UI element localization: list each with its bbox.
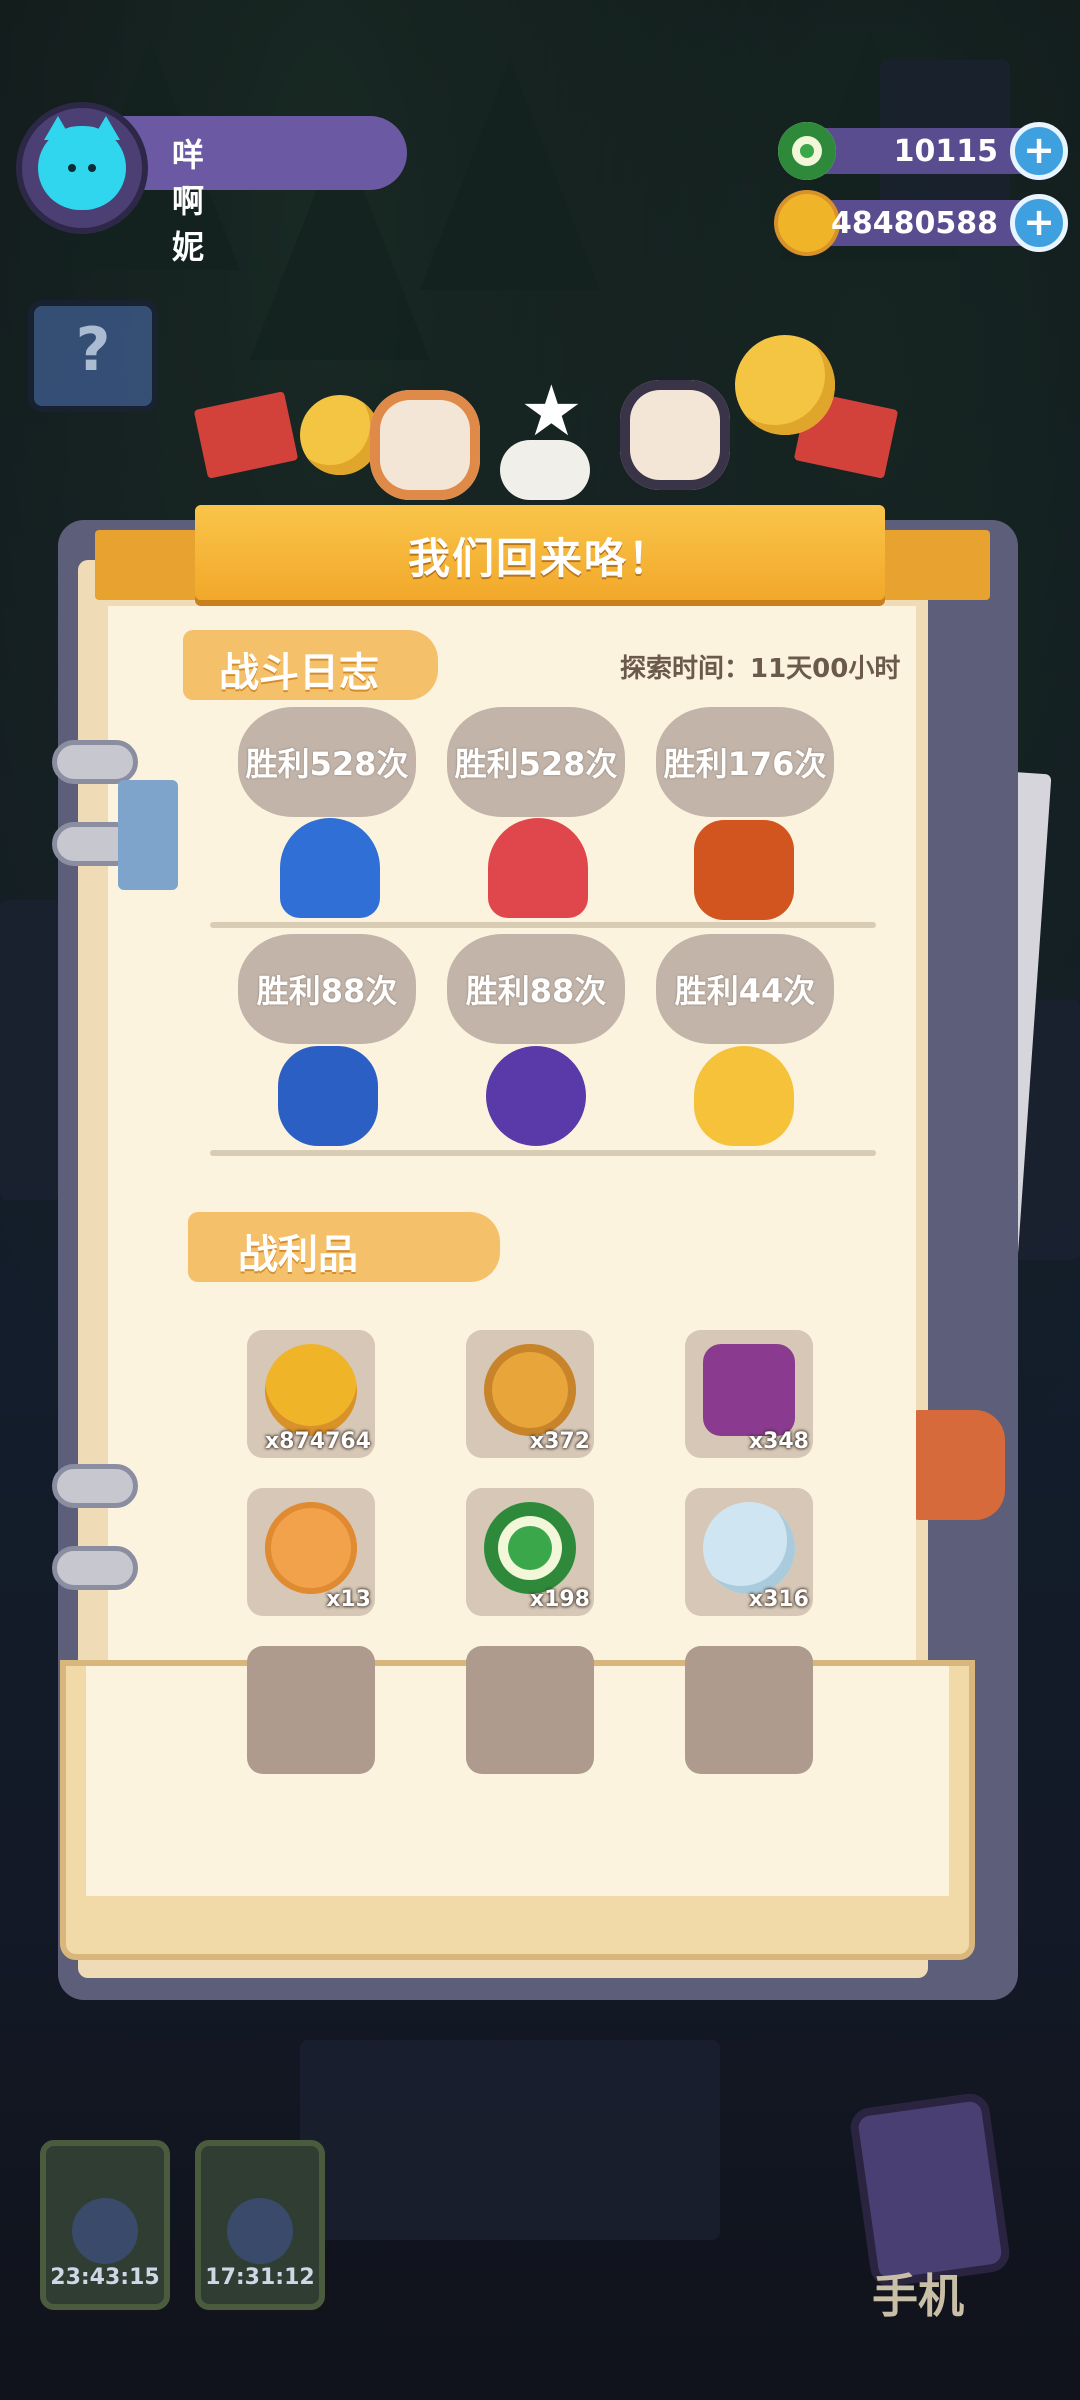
battle-result-text: 胜利88次: [465, 972, 607, 1010]
loot-slot[interactable]: x372: [466, 1330, 594, 1458]
battle-log-title: 战斗日志: [219, 650, 379, 696]
cat-avatar-icon: [38, 116, 126, 210]
battle-result-bubble: 胜利44次: [656, 934, 834, 1044]
mooncake-icon: [265, 1502, 357, 1594]
gold-planet-coin-icon: [265, 1344, 357, 1436]
binder-ring: [52, 1464, 138, 1508]
explore-time: 探索时间：11天00小时: [620, 654, 901, 684]
timer-text: 17:31:12: [205, 2265, 315, 2290]
binder-ring: [52, 1546, 138, 1590]
battle-result-bubble: 胜利88次: [447, 934, 625, 1044]
empty-loot-slot: [466, 1646, 594, 1774]
loot-title: 战利品: [238, 1232, 358, 1278]
battle-result-text: 胜利528次: [245, 745, 409, 783]
purple-charm-bag-icon: [703, 1344, 795, 1436]
title-ribbon: 我们回来咯！: [195, 505, 885, 600]
notebook-side-tab: [905, 1410, 1005, 1520]
green-donut-coin-icon: [778, 122, 836, 180]
gold-planet-coin-icon: [778, 194, 836, 252]
loot-slot[interactable]: x874764: [247, 1330, 375, 1458]
yellow-bat-spirit-icon: [694, 1046, 794, 1146]
empty-loot-slot: [685, 1646, 813, 1774]
add-gold-button[interactable]: +: [1010, 194, 1068, 252]
battle-result-bubble: 胜利528次: [238, 707, 416, 817]
loot-slot[interactable]: x198: [466, 1488, 594, 1616]
red-mushroom-monster-icon: [488, 818, 588, 918]
timer-card[interactable]: 23:43:15: [40, 2140, 170, 2310]
loot-slot[interactable]: x316: [685, 1488, 813, 1616]
blue-mushroom-monster-icon: [280, 818, 380, 918]
ribbon-tail: [880, 530, 990, 600]
player-name: 咩啊妮: [172, 136, 205, 266]
orange-fire-beast-icon: [694, 820, 794, 920]
battle-result-text: 胜利176次: [663, 745, 827, 783]
loot-slot[interactable]: x13: [247, 1488, 375, 1616]
battle-result-text: 胜利528次: [454, 745, 618, 783]
loot-count: x874764: [264, 1429, 371, 1454]
bronze-cat-coin-icon: [484, 1344, 576, 1436]
loot-count: x13: [326, 1587, 371, 1612]
trumpet-icon: [735, 335, 835, 435]
clock-icon: [227, 2198, 293, 2264]
shelf-line: [210, 922, 876, 928]
ribbon-tail: [95, 530, 205, 600]
purple-ghost-cat-icon: [486, 1046, 586, 1146]
loot-slot[interactable]: x348: [685, 1330, 813, 1458]
trumpet-icon: [300, 395, 380, 475]
blue-horned-beast-icon: [278, 1046, 378, 1146]
loot-count: x198: [529, 1587, 590, 1612]
phone-label[interactable]: 手机: [872, 2260, 964, 2326]
binder-clip: [118, 780, 178, 890]
binder-ring: [52, 740, 138, 784]
dialog-title: 我们回来咯！: [407, 534, 672, 583]
help-question-button[interactable]: ?: [28, 300, 158, 412]
loot-header: 战利品: [188, 1212, 500, 1282]
currency-donut: 10115 +: [768, 122, 1068, 180]
loot-count: x372: [529, 1429, 590, 1454]
battle-result-bubble: 胜利88次: [238, 934, 416, 1044]
donut-currency-value: 10115: [893, 134, 998, 169]
clock-icon: [72, 2198, 138, 2264]
crystal-bubble-icon: [703, 1502, 795, 1594]
timer-text: 23:43:15: [50, 2265, 160, 2290]
dark-cat-mascot-icon: [620, 380, 730, 490]
battle-log-header: 战斗日志: [183, 630, 438, 700]
shelf-line: [210, 1150, 876, 1156]
orange-cat-mascot-icon: [370, 390, 480, 500]
add-donut-button[interactable]: +: [1010, 122, 1068, 180]
battle-result-text: 胜利44次: [674, 972, 816, 1010]
battle-result-bubble: 胜利528次: [447, 707, 625, 817]
empty-loot-slot: [247, 1646, 375, 1774]
green-donut-coin-icon: [484, 1502, 576, 1594]
timer-card[interactable]: 17:31:12: [195, 2140, 325, 2310]
gold-currency-value: 48480588: [831, 206, 998, 241]
battle-result-bubble: 胜利176次: [656, 707, 834, 817]
currency-gold: 48480588 +: [768, 194, 1068, 252]
battle-result-text: 胜利88次: [256, 972, 398, 1010]
star-icon: ★: [520, 370, 583, 452]
loot-count: x316: [748, 1587, 809, 1612]
loot-count: x348: [748, 1429, 809, 1454]
avatar[interactable]: [22, 108, 142, 228]
